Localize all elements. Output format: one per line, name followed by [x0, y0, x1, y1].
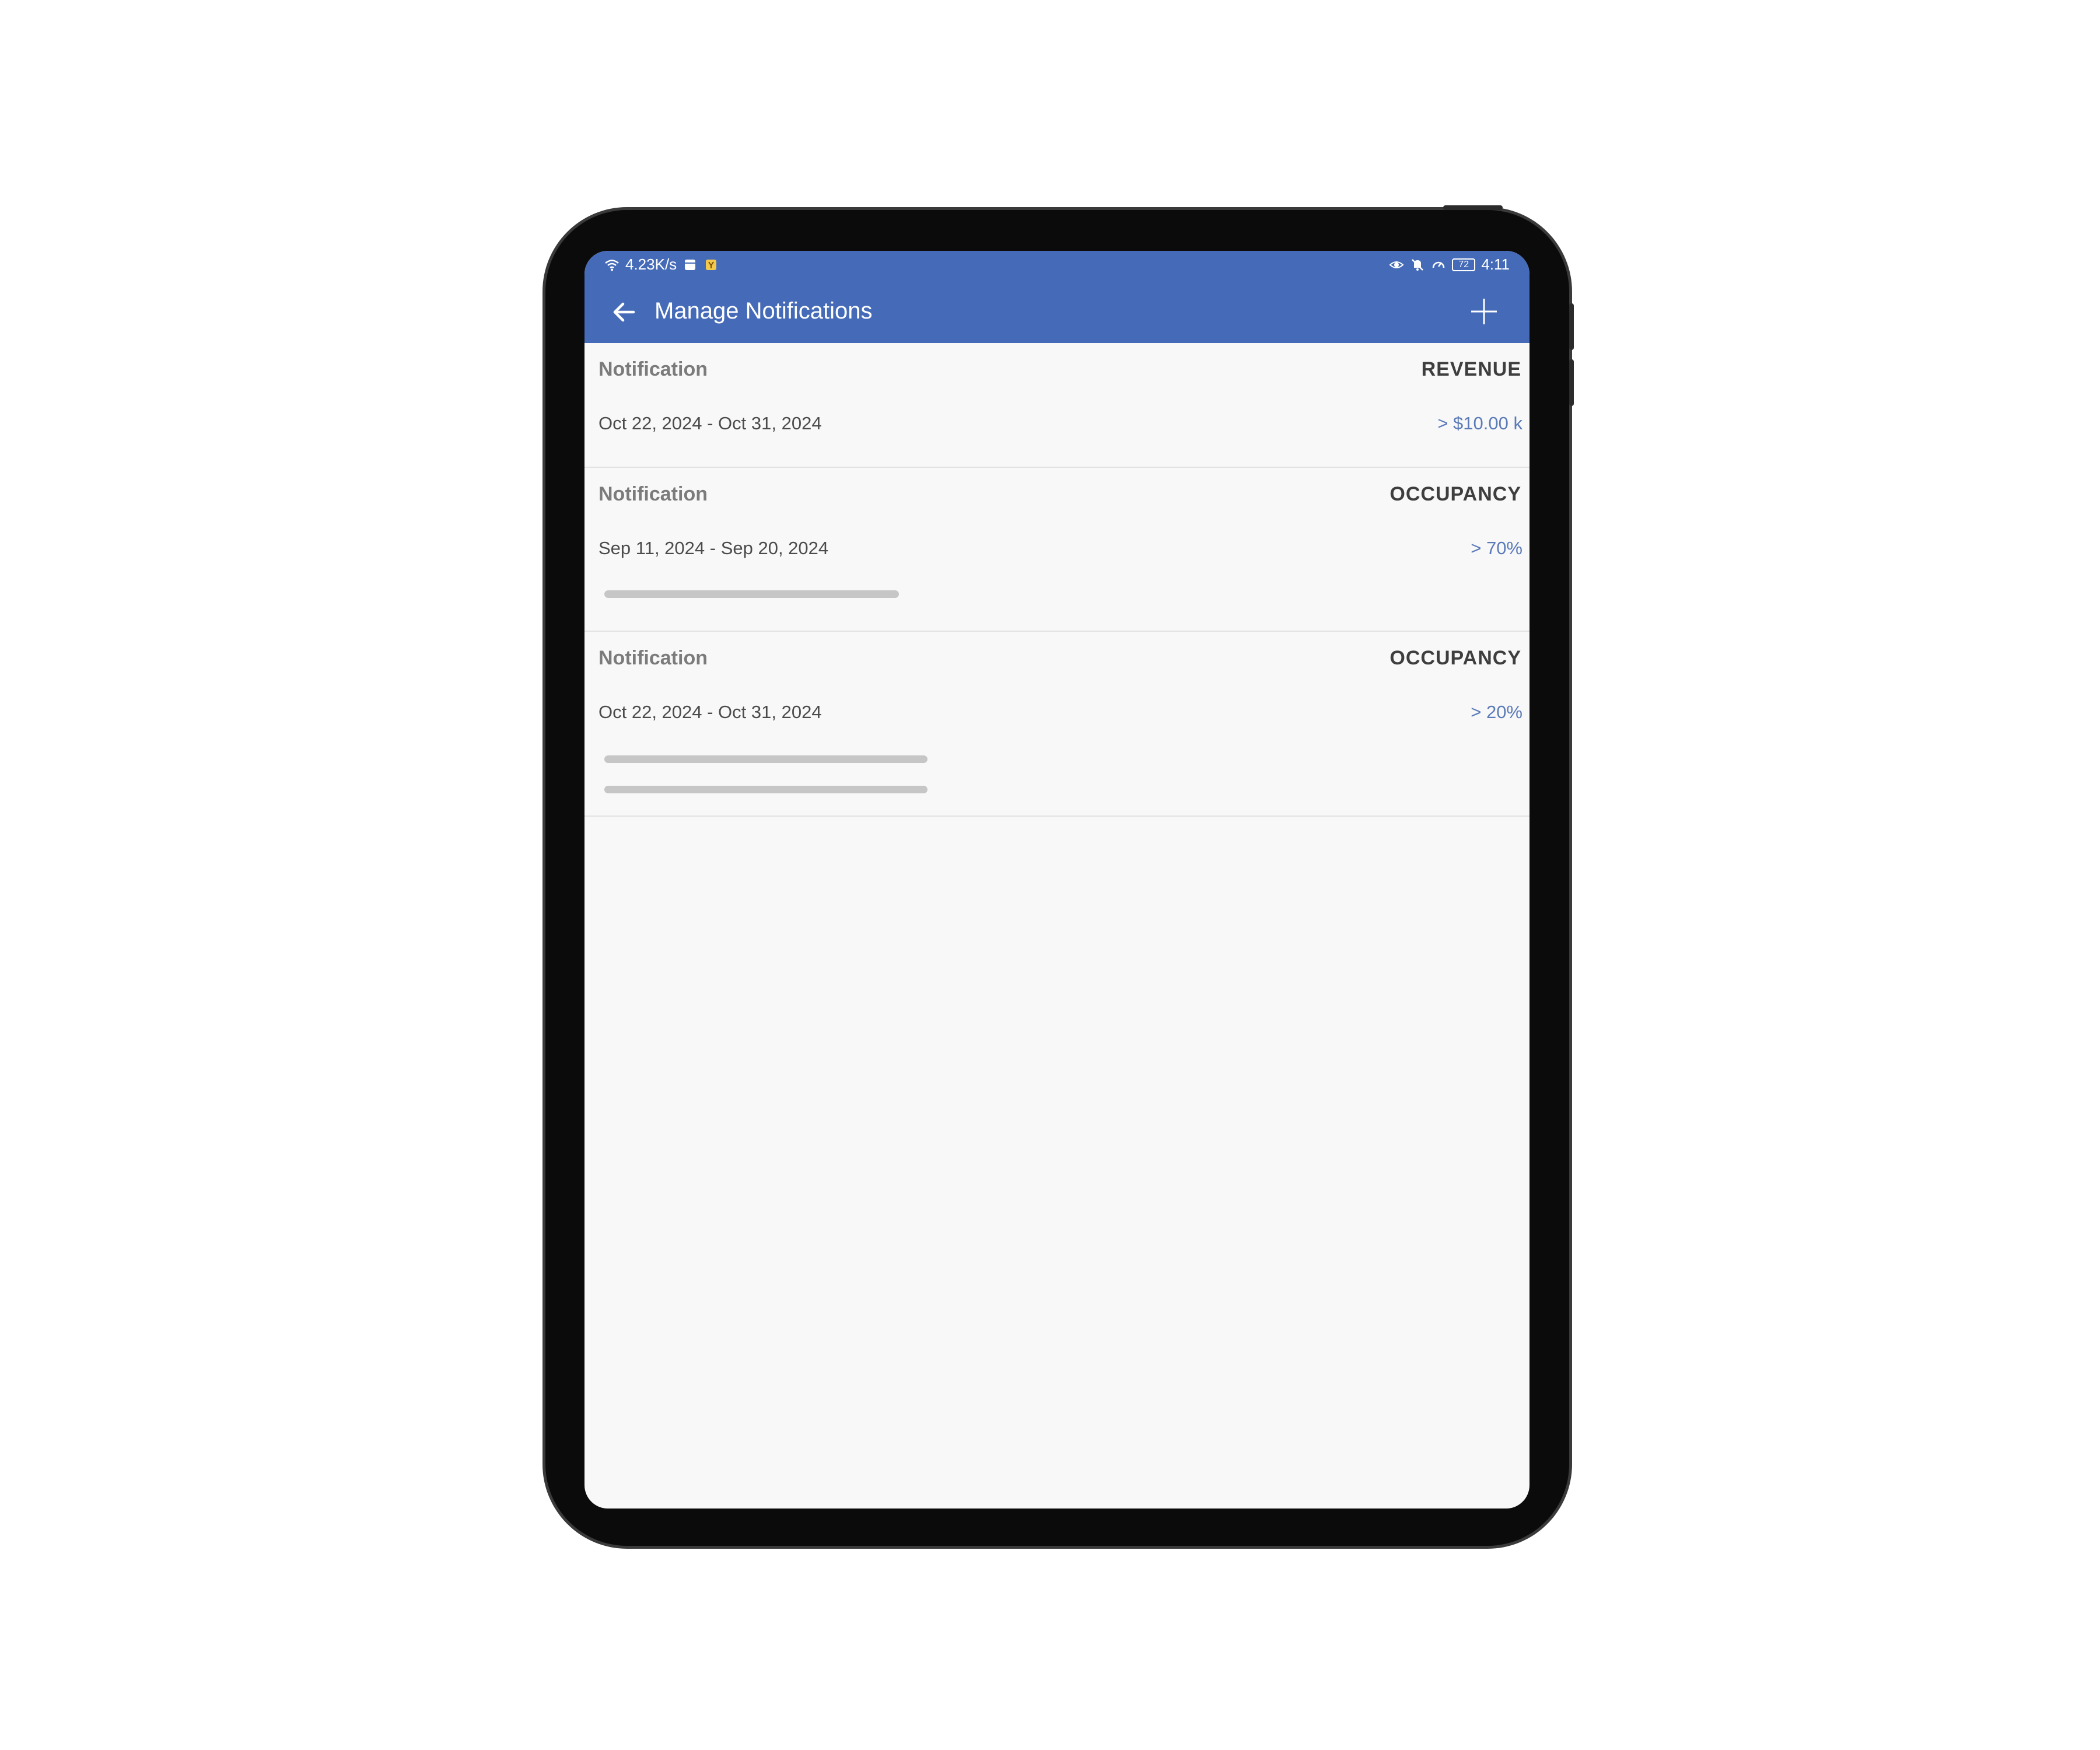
battery-icon: 72 [1452, 258, 1476, 271]
notification-label: Notification [598, 358, 708, 380]
page-title: Manage Notifications [654, 298, 873, 324]
notification-item[interactable]: Notification REVENUE Oct 22, 2024 - Oct … [584, 343, 1530, 468]
status-bar-left: 4.23K/s [604, 256, 719, 274]
app-bar: Manage Notifications [584, 279, 1530, 343]
loading-placeholder-line [604, 590, 899, 598]
app-notification-icon [704, 257, 719, 272]
status-time: 4:11 [1481, 256, 1510, 273]
status-bar-right: 72 4:11 [1389, 256, 1510, 274]
notification-threshold: > 20% [1471, 702, 1522, 722]
volume-down-button [1569, 359, 1574, 406]
volume-up-button [1569, 303, 1574, 350]
notification-date-range: Sep 11, 2024 - Sep 20, 2024 [598, 538, 829, 558]
loading-placeholder-line [604, 786, 928, 793]
device-screen: 4.23K/s 72 4:11 Manage Notifications Not… [584, 251, 1530, 1508]
notification-item[interactable]: Notification OCCUPANCY Oct 22, 2024 - Oc… [584, 632, 1530, 817]
notification-threshold: > $10.00 k [1437, 413, 1522, 433]
notification-label: Notification [598, 483, 708, 505]
arrow-left-icon [613, 302, 635, 322]
notification-type: OCCUPANCY [1390, 483, 1521, 505]
notification-item[interactable]: Notification OCCUPANCY Sep 11, 2024 - Se… [584, 468, 1530, 632]
notification-date-range: Oct 22, 2024 - Oct 31, 2024 [598, 413, 822, 433]
eye-icon [1389, 257, 1404, 272]
notification-list: Notification REVENUE Oct 22, 2024 - Oct … [584, 343, 1530, 817]
back-button[interactable] [608, 296, 639, 328]
sim-card-icon [682, 257, 698, 272]
wifi-icon [604, 257, 620, 272]
notification-threshold: > 70% [1471, 538, 1522, 558]
notification-label: Notification [598, 647, 708, 669]
bell-off-icon [1410, 257, 1425, 272]
notification-date-range: Oct 22, 2024 - Oct 31, 2024 [598, 702, 822, 722]
notification-type: OCCUPANCY [1390, 647, 1521, 669]
plus-icon [1471, 299, 1497, 324]
add-notification-button[interactable] [1466, 294, 1502, 329]
network-speed: 4.23K/s [625, 256, 677, 273]
loading-placeholder-line [604, 755, 928, 763]
speedometer-icon [1431, 257, 1446, 272]
notification-type: REVENUE [1421, 358, 1521, 380]
power-button [1443, 205, 1503, 210]
status-bar: 4.23K/s 72 4:11 [584, 251, 1530, 279]
